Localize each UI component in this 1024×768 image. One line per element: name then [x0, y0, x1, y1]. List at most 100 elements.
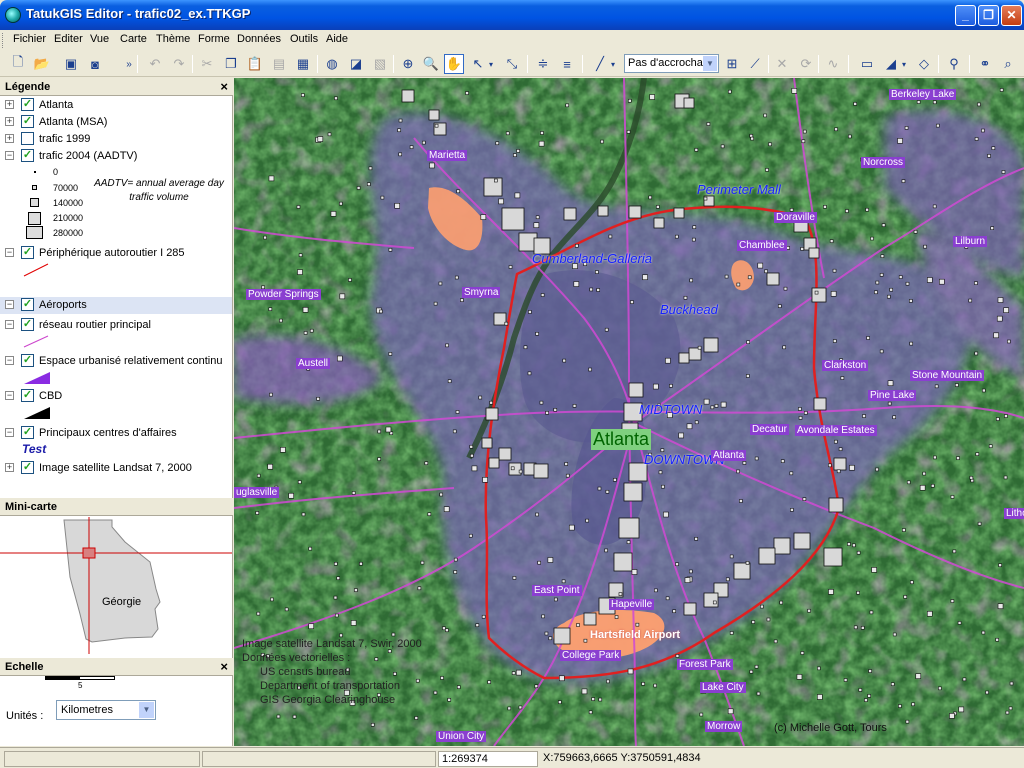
expand-icon[interactable]: + [5, 100, 14, 109]
map-label[interactable]: Chamblee [737, 240, 787, 251]
map-label[interactable]: Decatur [750, 424, 790, 435]
menu-aide[interactable]: Aide [326, 33, 348, 45]
legend-layer-centres-affaires[interactable]: − ✓ Principaux centres d'affaires [0, 425, 232, 442]
map-label[interactable]: Union City [436, 731, 487, 742]
units-select[interactable]: Kilometres ▼ [56, 700, 156, 720]
smooth-icon[interactable]: ∿ [823, 54, 843, 74]
info-tool-icon[interactable]: ⚲ [944, 54, 964, 74]
menu-theme[interactable]: Thème [156, 33, 190, 45]
collapse-icon[interactable]: − [5, 248, 14, 257]
draw-line-icon[interactable]: ╱ [590, 54, 610, 74]
measure-icon[interactable]: ◢ [881, 54, 901, 74]
menu-outils[interactable]: Outils [290, 33, 318, 45]
map-label[interactable]: MIDTOWN [639, 402, 702, 417]
map-label[interactable]: Marietta [427, 150, 468, 161]
legend-layer-trafic-2004[interactable]: − ✓ trafic 2004 (AADTV) [0, 148, 232, 165]
map-label[interactable]: Doraville [774, 212, 817, 223]
map-label[interactable]: Atlanta [711, 450, 747, 461]
map-view[interactable]: Berkeley Lake Norcross Perimeter Mall Do… [234, 78, 1024, 746]
legend-layer-atlanta[interactable]: + ✓ Atlanta [0, 97, 232, 114]
redo-icon[interactable]: ↷ [169, 54, 189, 74]
menu-carte[interactable]: Carte [120, 33, 147, 45]
layer-checkbox[interactable]: ✓ [21, 298, 34, 311]
expand-icon[interactable]: + [5, 117, 14, 126]
minimap-canvas[interactable]: Géorgie [0, 517, 232, 654]
layer-checkbox[interactable] [21, 132, 34, 145]
menu-grip[interactable] [2, 33, 5, 48]
deselect-icon[interactable]: ⤡ [502, 54, 522, 74]
toolbar-overflow-icon[interactable]: » [119, 54, 139, 74]
layer-disabled-icon[interactable]: ▧ [370, 54, 390, 74]
paste-special-icon[interactable]: ▤ [269, 54, 289, 74]
legend-layer-aeroports[interactable]: − ✓ Aéroports [0, 297, 232, 314]
globe-icon[interactable]: ◍ [322, 54, 342, 74]
rotate-icon[interactable]: ⟳ [796, 54, 816, 74]
collapse-icon[interactable]: − [5, 300, 14, 309]
app-globe-icon[interactable] [5, 7, 21, 23]
cut-icon[interactable]: ✂ [197, 54, 217, 74]
paste-icon[interactable]: 📋 [245, 54, 265, 74]
map-label[interactable]: Forest Park [677, 659, 733, 670]
snap-mode-select[interactable]: Pas d'accrocha ▼ [624, 54, 719, 73]
edit-layer-icon[interactable]: ◪ [346, 54, 366, 74]
layer-checkbox[interactable]: ✓ [21, 115, 34, 128]
save-project-icon[interactable]: ◙ [85, 54, 105, 74]
zoom-icon[interactable]: 🔍 [421, 54, 441, 74]
layer-checkbox[interactable]: ✓ [21, 354, 34, 367]
new-file-icon[interactable]: 🗋 [8, 54, 28, 74]
menu-forme[interactable]: Forme [198, 33, 230, 45]
layer-checkbox[interactable]: ✓ [21, 246, 34, 259]
copy-icon[interactable]: ❐ [221, 54, 241, 74]
add-point-icon[interactable]: ⊞ [722, 54, 742, 74]
map-label[interactable]: Pine Lake [868, 390, 917, 401]
scale-readout[interactable]: 1:269374 [438, 751, 538, 767]
measure-dropdown-icon[interactable]: ▾ [899, 54, 909, 74]
close-icon[interactable]: × [220, 659, 228, 674]
restore-button[interactable]: ❐ [978, 5, 999, 26]
map-label[interactable]: Smyrna [462, 287, 501, 298]
layer-checkbox[interactable]: ✓ [21, 461, 34, 474]
select-arrow-icon[interactable]: ↖ [468, 54, 488, 74]
delete-shape-icon[interactable]: ✕ [772, 54, 792, 74]
remove-vertex-icon[interactable]: ≡ [557, 54, 577, 74]
undo-icon[interactable]: ↶ [145, 54, 165, 74]
collapse-icon[interactable]: − [5, 151, 14, 160]
layer-checkbox[interactable]: ✓ [21, 149, 34, 162]
collapse-icon[interactable]: − [5, 356, 14, 365]
map-label[interactable]: Powder Springs [246, 289, 321, 300]
map-label[interactable]: Cumberland-Galleria [532, 251, 652, 266]
map-label[interactable]: Atlanta [591, 429, 652, 450]
save-all-icon[interactable]: ▣ [61, 54, 81, 74]
area-icon[interactable]: ◇ [914, 54, 934, 74]
menu-editer[interactable]: Editer [54, 33, 83, 45]
map-label[interactable]: Lilburn [953, 236, 988, 247]
binoculars-icon[interactable]: ⚭ [975, 54, 995, 74]
add-vertex-icon[interactable]: ≑ [533, 54, 553, 74]
pan-hand-icon[interactable]: ✋ [444, 54, 464, 74]
menu-fichier[interactable]: Fichier [13, 33, 46, 45]
legend-layer-landsat[interactable]: + ✓ Image satellite Landsat 7, 2000 [0, 460, 232, 477]
map-label[interactable]: Clarkston [822, 360, 869, 371]
select-dropdown-icon[interactable]: ▾ [486, 54, 496, 74]
legend-layer-espace-urbanise[interactable]: − ✓ Espace urbanisé relativement continu [0, 353, 232, 370]
close-button[interactable]: ✕ [1001, 5, 1022, 26]
map-label[interactable]: Perimeter Mall [697, 182, 781, 197]
chevron-down-icon[interactable]: ▼ [703, 56, 717, 71]
legend-layer-cbd[interactable]: − ✓ CBD [0, 388, 232, 405]
map-label[interactable]: Norcross [861, 157, 906, 168]
open-folder-icon[interactable]: 📂 [32, 54, 52, 74]
map-label[interactable]: uglasville [234, 487, 280, 498]
ruler-icon[interactable]: ▭ [857, 54, 877, 74]
expand-icon[interactable]: + [5, 463, 14, 472]
layer-checkbox[interactable]: ✓ [21, 98, 34, 111]
find-icon[interactable]: ⌕ [998, 54, 1018, 74]
expand-icon[interactable]: + [5, 134, 14, 143]
legend-layer-trafic-1999[interactable]: + trafic 1999 [0, 131, 232, 148]
edit-shape-icon[interactable]: ⟋ [745, 54, 765, 74]
map-label[interactable]: Buckhead [660, 302, 718, 317]
chevron-down-icon[interactable]: ▼ [139, 702, 154, 718]
minimize-button[interactable]: _ [955, 5, 976, 26]
layer-checkbox[interactable]: ✓ [21, 426, 34, 439]
collapse-icon[interactable]: − [5, 428, 14, 437]
layer-checkbox[interactable]: ✓ [21, 389, 34, 402]
